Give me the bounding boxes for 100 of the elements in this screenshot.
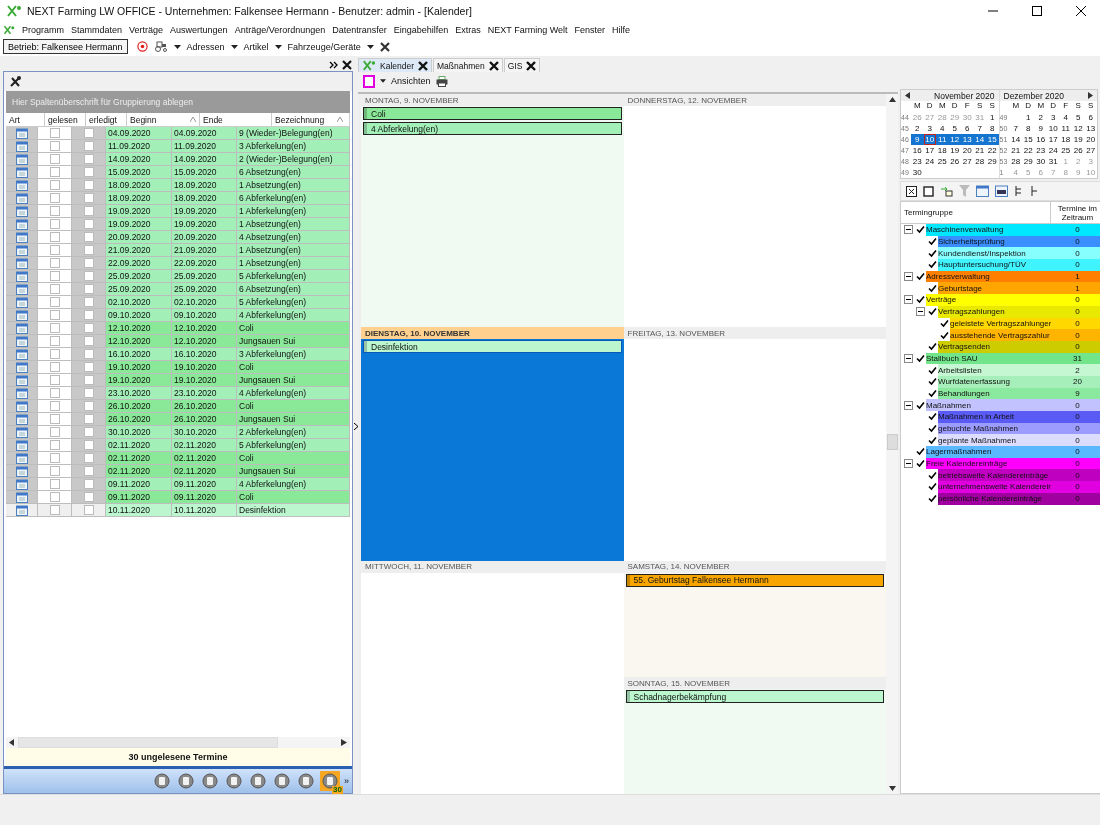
- calendar-day[interactable]: 17: [1047, 134, 1060, 145]
- done-checkbox[interactable]: [83, 128, 94, 138]
- calendar-day[interactable]: 30: [911, 167, 924, 178]
- menu-item[interactable]: Hilfe: [612, 24, 630, 35]
- group-row[interactable]: Maschinenverwaltung 0: [926, 224, 1100, 236]
- menu-item[interactable]: Datentransfer: [332, 24, 387, 35]
- table-row[interactable]: 21.09.2020 21.09.2020 1 Absetzung(en): [6, 244, 350, 257]
- checkbox[interactable]: [915, 400, 925, 411]
- column-header[interactable]: Termingruppe: [901, 202, 1052, 223]
- table-row[interactable]: 11.09.2020 11.09.2020 3 Abferkelung(en): [6, 140, 350, 153]
- calendar-day[interactable]: 30: [1034, 156, 1047, 167]
- column-header[interactable]: Art: [6, 113, 45, 126]
- calendar-day[interactable]: 5: [1072, 112, 1085, 123]
- checkbox[interactable]: [915, 271, 925, 282]
- done-checkbox[interactable]: [83, 232, 94, 242]
- checkbox[interactable]: [915, 353, 925, 364]
- tab[interactable]: Maßnahmen: [433, 58, 503, 72]
- calendar-day[interactable]: 26: [1072, 145, 1085, 156]
- toolbar-button[interactable]: [224, 771, 244, 791]
- calendar-day[interactable]: 13: [1084, 123, 1097, 134]
- table-row[interactable]: 22.09.2020 22.09.2020 1 Absetzung(en): [6, 257, 350, 270]
- close-icon[interactable]: [379, 41, 390, 52]
- checkbox[interactable]: [927, 470, 937, 481]
- column-header[interactable]: Bezeichnung: [272, 113, 350, 126]
- scroll-left-icon[interactable]: [9, 739, 15, 746]
- done-checkbox[interactable]: [83, 375, 94, 385]
- calendar-day[interactable]: 22: [986, 145, 999, 156]
- done-checkbox[interactable]: [83, 336, 94, 346]
- menu-item[interactable]: Fenster: [574, 24, 605, 35]
- calendar-day[interactable]: 26: [948, 156, 961, 167]
- read-checkbox[interactable]: [49, 466, 60, 476]
- checkbox[interactable]: [927, 283, 937, 294]
- read-checkbox[interactable]: [49, 128, 60, 138]
- done-checkbox[interactable]: [83, 154, 94, 164]
- collapse-icon[interactable]: [904, 353, 913, 363]
- menu-item[interactable]: Programm: [22, 24, 64, 35]
- calendar-day[interactable]: 12: [1072, 123, 1085, 134]
- done-checkbox[interactable]: [83, 219, 94, 229]
- calendar-day[interactable]: 16: [1034, 134, 1047, 145]
- done-checkbox[interactable]: [83, 180, 94, 190]
- table-row[interactable]: 19.09.2020 19.09.2020 1 Abferkelung(en): [6, 205, 350, 218]
- calendar-day[interactable]: 4: [1059, 112, 1072, 123]
- done-checkbox[interactable]: [83, 271, 94, 281]
- next-month-icon[interactable]: [1088, 92, 1093, 99]
- calendar-day[interactable]: 2: [911, 123, 924, 134]
- table-row[interactable]: 23.10.2020 23.10.2020 4 Abferkelung(en): [6, 387, 350, 400]
- done-checkbox[interactable]: [83, 284, 94, 294]
- previous-month-icon[interactable]: [905, 92, 910, 99]
- new-document-icon[interactable]: [363, 74, 375, 88]
- caret-icon[interactable]: [366, 44, 374, 49]
- caret-icon[interactable]: [274, 44, 282, 49]
- scroll-down-icon[interactable]: [888, 786, 896, 791]
- checkbox[interactable]: [915, 458, 925, 469]
- group-row[interactable]: betriebsweite Kalendereinträge 0: [938, 469, 1100, 482]
- table-row[interactable]: 26.10.2020 26.10.2020 Coli: [6, 400, 350, 413]
- collapse-icon[interactable]: [353, 422, 358, 430]
- read-checkbox[interactable]: [49, 375, 60, 385]
- calendar-day[interactable]: 9: [911, 134, 924, 145]
- read-checkbox[interactable]: [49, 479, 60, 489]
- tree-icon[interactable]: [1014, 185, 1024, 197]
- scroll-right-icon[interactable]: [341, 739, 347, 746]
- close-icon[interactable]: [526, 60, 537, 71]
- calendar-day[interactable]: 14: [1009, 134, 1022, 145]
- group-row[interactable]: Maßnahmen 0: [926, 399, 1100, 411]
- expand-icon[interactable]: [329, 59, 340, 70]
- calendar-event[interactable]: Desinfektion: [363, 340, 622, 354]
- calendar-day[interactable]: 18: [936, 145, 949, 156]
- table-row[interactable]: 10.11.2020 10.11.2020 Desinfektion: [6, 504, 350, 517]
- column-header[interactable]: Beginn: [127, 113, 200, 126]
- collapse-icon[interactable]: [904, 400, 913, 410]
- calendar-day[interactable]: 15: [986, 134, 999, 145]
- done-checkbox[interactable]: [83, 167, 94, 177]
- read-checkbox[interactable]: [49, 141, 60, 151]
- read-checkbox[interactable]: [49, 180, 60, 190]
- group-row[interactable]: Kundendienst/Inspektion 0: [938, 247, 1100, 260]
- table-row[interactable]: 30.10.2020 30.10.2020 2 Abferkelung(en): [6, 426, 350, 439]
- checkbox[interactable]: [927, 365, 937, 376]
- table-row[interactable]: 20.09.2020 20.09.2020 4 Absetzung(en): [6, 231, 350, 244]
- group-row[interactable]: unternehmensweite Kalendereir 0: [938, 481, 1100, 493]
- calendar-day[interactable]: 19: [948, 145, 961, 156]
- calendar-day[interactable]: 13: [961, 134, 974, 145]
- read-checkbox[interactable]: [49, 453, 60, 463]
- calendar-day[interactable]: 19: [1072, 134, 1085, 145]
- table-row[interactable]: 26.10.2020 26.10.2020 Jungsauen Sui: [6, 413, 350, 426]
- calendar-day[interactable]: 24: [923, 156, 936, 167]
- dropdown-menu[interactable]: Artikel: [243, 41, 269, 52]
- calendar-day[interactable]: 11: [1059, 123, 1072, 134]
- close-icon[interactable]: [488, 60, 499, 71]
- read-checkbox[interactable]: [49, 154, 60, 164]
- table-row[interactable]: 14.09.2020 14.09.2020 2 (Wieder-)Belegung(en): [6, 153, 350, 166]
- calendar-day[interactable]: 28: [973, 156, 986, 167]
- calendar-day[interactable]: 15: [1022, 134, 1035, 145]
- read-checkbox[interactable]: [49, 440, 60, 450]
- tools-icon[interactable]: [9, 75, 22, 88]
- menu-item[interactable]: Auswertungen: [170, 24, 228, 35]
- checkbox[interactable]: [915, 224, 925, 235]
- horizontal-scrollbar[interactable]: [6, 737, 350, 748]
- target-icon[interactable]: [136, 41, 148, 52]
- group-row[interactable]: geplante Maßnahmen 0: [938, 434, 1100, 447]
- read-checkbox[interactable]: [49, 401, 60, 411]
